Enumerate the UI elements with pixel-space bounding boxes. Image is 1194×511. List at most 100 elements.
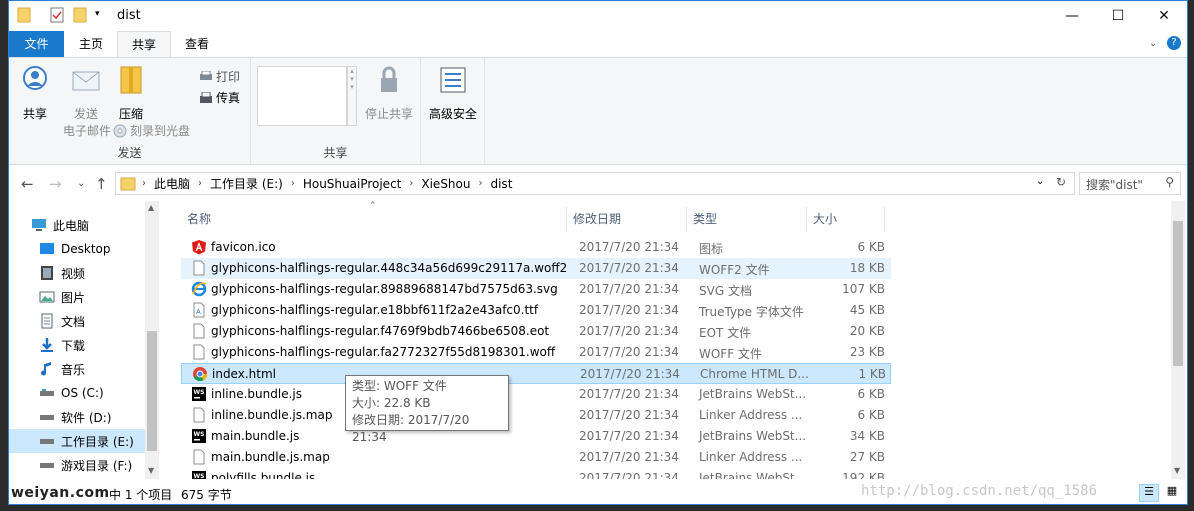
file-icon [191,344,207,360]
search-input[interactable]: 搜索"dist" ⚲ [1079,172,1181,195]
details-view-icon[interactable]: ☰ [1139,484,1159,502]
column-header-date[interactable]: 修改日期 [567,207,687,231]
tab-file[interactable]: 文件 [9,31,64,57]
file-list: ⌃ 名称 修改日期 类型 大小 favicon.ico 2017/7/20 21:… [159,201,1187,479]
breadcrumb-this-pc[interactable]: 此电脑 [148,175,196,192]
file-row[interactable]: glyphicons-halflings-regular.89889688147… [181,279,891,300]
file-name: glyphicons-halflings-regular.e18bbf611f2… [211,303,539,317]
share-button[interactable]: 共享 [13,64,57,122]
email-button[interactable]: 发送 电子邮件 [61,64,111,139]
file-row[interactable]: favicon.ico 2017/7/20 21:34 图标 6 KB [181,237,891,258]
nav-item-drive-e[interactable]: 工作目录 (E:) [9,429,145,453]
properties-icon[interactable] [49,7,65,23]
file-icon [191,449,207,465]
nav-item-label: 音乐 [61,362,86,377]
help-icon[interactable]: ? [1167,36,1181,50]
breadcrumb-separator[interactable]: › [196,178,204,189]
breadcrumb-separator[interactable]: › [289,178,297,189]
breadcrumb-xieshou[interactable]: XieShou [415,177,476,191]
minimize-button[interactable]: — [1049,1,1095,31]
status-selection: 中 1 个项目 [109,488,173,502]
breadcrumb-dist[interactable]: dist [484,177,518,191]
tab-view[interactable]: 查看 [171,31,223,57]
file-row[interactable]: inline.bundle.js.map 2017/7/20 21:34 Linke… [181,405,891,426]
large-icons-view-icon[interactable]: ▦ [1163,484,1181,502]
nav-item-label: 下载 [61,338,86,353]
tab-share[interactable]: 共享 [117,31,172,57]
share-with-gallery[interactable] [257,66,347,126]
address-bar[interactable]: › 此电脑 › 工作目录 (E:) › HouShuaiProject › Xi… [115,172,1075,195]
burn-button[interactable]: 刻录到光盘 [113,122,190,139]
expand-ribbon-icon[interactable]: ⌄ [1149,38,1157,49]
breadcrumb-separator[interactable]: › [476,178,484,189]
email-icon [72,71,100,91]
new-folder-icon[interactable] [73,7,87,23]
breadcrumb-separator[interactable]: › [407,178,415,189]
print-button[interactable]: 打印 [199,68,240,85]
zip-button[interactable]: 压缩 [109,64,153,122]
picture-icon [39,291,55,303]
file-size: 6 KB [857,240,885,254]
chrome-icon [192,366,208,382]
qat-dropdown-icon[interactable]: ▾ [95,9,100,19]
maximize-button[interactable]: ☐ [1095,1,1141,31]
gallery-scroll[interactable]: ▴ ▾ ▾ [347,66,357,126]
email-label-2: 电子邮件 [62,124,111,138]
file-row[interactable]: glyphicons-halflings-regular.fa2772327f5… [181,342,891,363]
file-type: WOFF 文件 [699,347,762,361]
scroll-down-icon[interactable]: ▼ [1174,466,1180,475]
column-header-name[interactable]: 名称 [181,207,567,231]
recent-dropdown-icon[interactable]: ⌄ [77,178,85,189]
breadcrumb-drive-e[interactable]: 工作目录 (E:) [204,175,289,192]
file-date: 2017/7/20 21:34 [579,345,679,359]
column-header-type[interactable]: 类型 [687,207,807,231]
file-row[interactable]: WS main.bundle.js 2017/7/20 21:34 JetBrains… [181,426,891,447]
scroll-down-icon[interactable]: ▼ [148,466,154,475]
file-date: 2017/7/20 21:34 [579,471,679,479]
file-row[interactable]: WS inline.bundle.js 2017/7/20 21:34 JetBrai… [181,384,891,405]
file-type: Linker Address ... [699,408,803,422]
fax-button[interactable]: 传真 [199,89,240,106]
nav-scrollbar[interactable]: ▲ ▼ [145,201,159,479]
file-size: 27 KB [849,450,885,464]
file-row[interactable]: glyphicons-halflings-regular.448c34a56d6… [181,258,891,279]
file-type: EOT 文件 [699,326,752,340]
file-date: 2017/7/20 21:34 [579,387,679,401]
file-name: glyphicons-halflings-regular.fa2772327f5… [211,345,556,359]
status-bar: weiyan.com 中 1 个项目 675 字节 http://blog.cs… [9,481,1187,504]
tab-home[interactable]: 主页 [65,31,117,57]
file-type: JetBrains WebSt... [699,387,807,401]
file-list-scrollbar[interactable]: ▼ [1171,201,1185,479]
printer-icon [200,70,212,80]
file-size: 192 KB [842,471,885,479]
breadcrumb-separator[interactable]: › [140,178,148,189]
forward-arrow-icon[interactable]: → [49,175,62,193]
file-row[interactable]: glyphicons-halflings-regular.f4769f9bdb7… [181,321,891,342]
scroll-up-icon[interactable]: ▲ [148,203,154,212]
file-row[interactable]: WS polyfills.bundle.js 2017/7/20 21:34 JetB… [181,468,891,479]
watermark-right: http://blog.csdn.net/qq_1586 [861,483,1098,499]
file-icon [191,260,207,276]
file-date: 2017/7/20 21:34 [579,408,679,422]
address-dropdown-icon[interactable]: ⌄ [1036,176,1044,187]
up-arrow-icon[interactable]: ↑ [95,175,108,193]
angular-icon [191,239,207,255]
breadcrumb-houshuaiproject[interactable]: HouShuaiProject [297,177,408,191]
file-size: 1 KB [858,367,886,381]
scroll-thumb[interactable] [1173,221,1183,366]
file-row[interactable]: main.bundle.js.map 2017/7/20 21:34 Linker … [181,447,891,468]
search-placeholder: 搜索"dist" [1086,178,1143,192]
drive-icon [40,415,54,420]
file-row[interactable]: index.html 2017/7/20 21:34 Chrome HTML D..… [181,363,891,384]
scroll-thumb[interactable] [147,331,157,451]
close-button[interactable]: ✕ [1141,1,1187,31]
file-size: 18 KB [849,261,885,275]
stop-sharing-button[interactable]: 停止共享 [361,64,417,122]
back-arrow-icon[interactable]: ← [21,175,34,193]
file-size: 45 KB [849,303,885,317]
file-row[interactable]: Aglyphicons-halflings-regular.e18bbf611f… [181,300,891,321]
refresh-icon[interactable]: ↻ [1056,175,1066,189]
advanced-security-button[interactable]: 高级安全 [425,64,481,122]
column-header-size[interactable]: 大小 [807,207,885,231]
share-label: 共享 [22,107,47,121]
